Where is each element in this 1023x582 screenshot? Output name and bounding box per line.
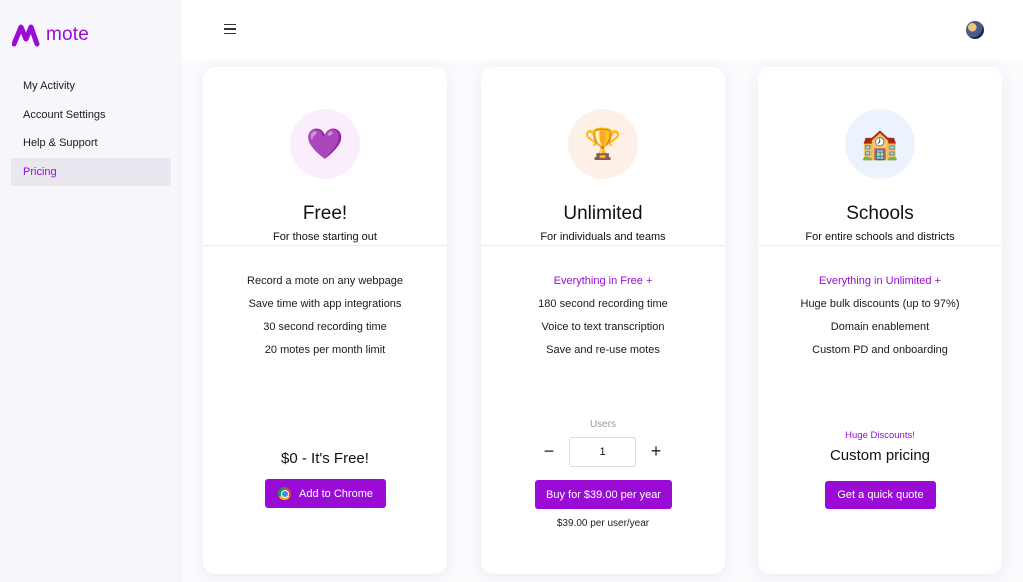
mote-logo-icon bbox=[12, 24, 40, 47]
feature-item: Record a mote on any webpage bbox=[247, 275, 403, 287]
feature-item: Domain enablement bbox=[830, 321, 930, 333]
plan-subtitle: For those starting out bbox=[273, 231, 377, 243]
divider bbox=[758, 245, 1002, 246]
plan-card-free: 💜 Free! For those starting out Record a … bbox=[203, 67, 447, 574]
decrease-users-button[interactable]: − bbox=[539, 441, 559, 461]
feature-list: Record a mote on any webpage Save time w… bbox=[203, 270, 447, 362]
user-avatar[interactable] bbox=[966, 21, 984, 39]
plan-card-unlimited: 🏆 Unlimited For individuals and teams Ev… bbox=[481, 67, 725, 574]
feature-item-accent: Everything in Unlimited + bbox=[819, 275, 941, 287]
trophy-icon: 🏆 bbox=[568, 109, 638, 179]
sidebar-nav: My Activity Account Settings Help & Supp… bbox=[11, 72, 171, 186]
feature-item: Voice to text transcription bbox=[541, 321, 665, 333]
plan-subtitle: For individuals and teams bbox=[540, 231, 666, 243]
sidebar-item-pricing[interactable]: Pricing bbox=[11, 157, 171, 186]
plan-title: Unlimited bbox=[563, 203, 643, 224]
add-to-chrome-button[interactable]: Add to Chrome bbox=[265, 479, 386, 508]
feature-list: Everything in Free + 180 second recordin… bbox=[481, 270, 725, 362]
button-label: Add to Chrome bbox=[299, 487, 373, 500]
plan-card-schools: 🏫 Schools For entire schools and distric… bbox=[758, 67, 1002, 574]
divider bbox=[203, 245, 447, 246]
feature-item: Save time with app integrations bbox=[248, 298, 402, 310]
discount-note: Huge Discounts! bbox=[845, 430, 915, 441]
plan-price: Custom pricing bbox=[829, 447, 931, 464]
buy-button[interactable]: Buy for $39.00 per year bbox=[535, 480, 672, 509]
sidebar: mote My Activity Account Settings Help &… bbox=[0, 0, 182, 582]
feature-item-accent: Everything in Free + bbox=[553, 275, 653, 287]
plan-title: Schools bbox=[846, 203, 914, 224]
get-quote-button[interactable]: Get a quick quote bbox=[825, 481, 936, 509]
feature-item: Custom PD and onboarding bbox=[812, 344, 948, 356]
plan-title: Free! bbox=[302, 203, 348, 224]
top-bar bbox=[182, 0, 1023, 60]
sidebar-item-account-settings[interactable]: Account Settings bbox=[11, 101, 171, 129]
plan-subtitle: For entire schools and districts bbox=[805, 231, 955, 243]
brand-logo[interactable]: mote bbox=[12, 22, 89, 48]
increase-users-button[interactable]: + bbox=[646, 441, 666, 461]
main-content: 💜 Free! For those starting out Record a … bbox=[182, 0, 1023, 582]
feature-item: 30 second recording time bbox=[263, 321, 387, 333]
feature-item: Huge bulk discounts (up to 97%) bbox=[800, 298, 960, 310]
chrome-icon bbox=[278, 487, 291, 500]
hamburger-menu-icon[interactable] bbox=[224, 24, 236, 35]
brand-name: mote bbox=[46, 24, 90, 45]
sidebar-item-help-support[interactable]: Help & Support bbox=[11, 129, 171, 157]
purple-heart-icon: 💜 bbox=[290, 109, 360, 179]
school-icon: 🏫 bbox=[845, 109, 915, 179]
feature-list: Everything in Unlimited + Huge bulk disc… bbox=[758, 270, 1002, 362]
feature-item: 20 motes per month limit bbox=[264, 344, 386, 356]
per-user-price: $39.00 per user/year bbox=[556, 518, 650, 529]
users-quantity-input[interactable] bbox=[569, 437, 636, 467]
divider bbox=[481, 245, 725, 246]
plan-price: $0 - It's Free! bbox=[281, 450, 369, 467]
feature-item: Save and re-use motes bbox=[546, 344, 660, 356]
users-label: Users bbox=[589, 419, 617, 430]
feature-item: 180 second recording time bbox=[538, 298, 668, 310]
sidebar-item-my-activity[interactable]: My Activity bbox=[11, 72, 171, 100]
